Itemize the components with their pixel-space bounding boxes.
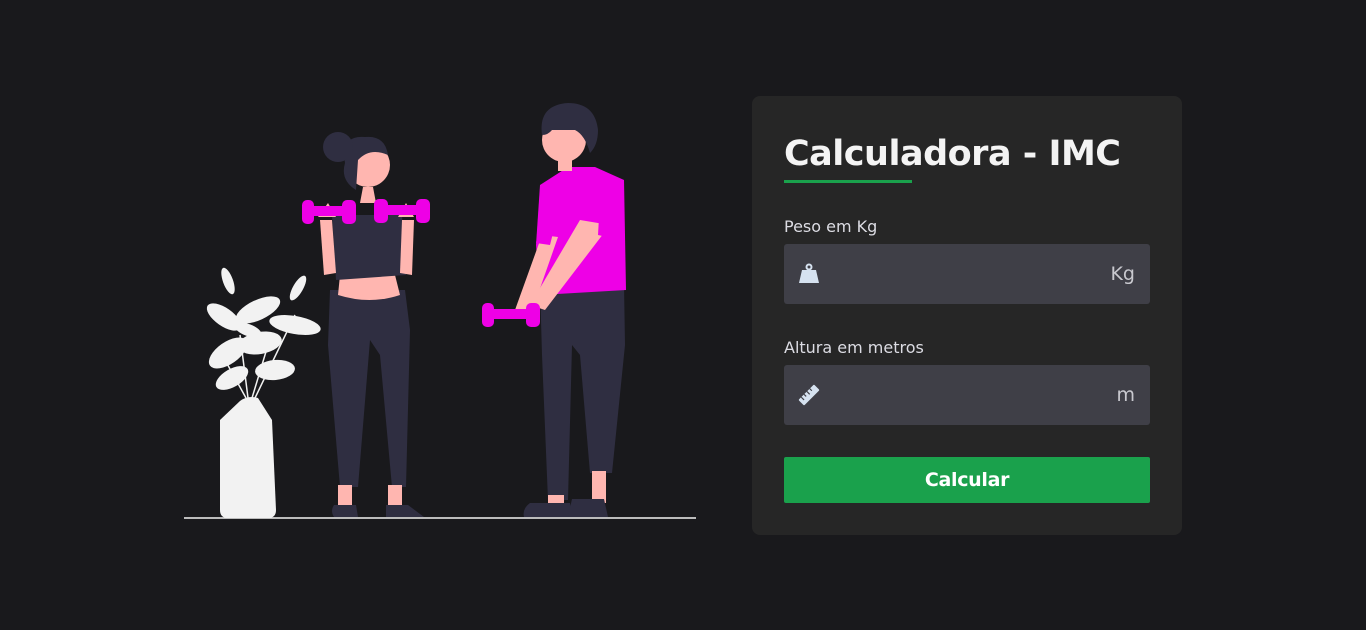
ruler-icon <box>797 383 821 407</box>
man-figure <box>482 103 626 517</box>
height-field[interactable]: m <box>784 365 1150 427</box>
height-unit: m <box>1116 384 1135 406</box>
weight-label: Peso em Kg <box>784 217 878 236</box>
imc-card: Calculadora - IMC Peso em Kg Kg Altura e… <box>752 96 1182 535</box>
fitness-illustration <box>184 103 696 519</box>
weight-input[interactable] <box>832 244 1076 306</box>
height-input[interactable] <box>832 365 1076 427</box>
height-label: Altura em metros <box>784 338 924 357</box>
weight-unit: Kg <box>1110 263 1135 285</box>
calculate-button[interactable]: Calcular <box>784 457 1150 503</box>
woman-figure <box>302 132 430 517</box>
page-title: Calculadora - IMC <box>784 134 1121 174</box>
plant-icon <box>206 267 321 518</box>
weight-field[interactable]: Kg <box>784 244 1150 306</box>
title-underline <box>784 180 912 183</box>
weight-icon <box>797 262 821 286</box>
